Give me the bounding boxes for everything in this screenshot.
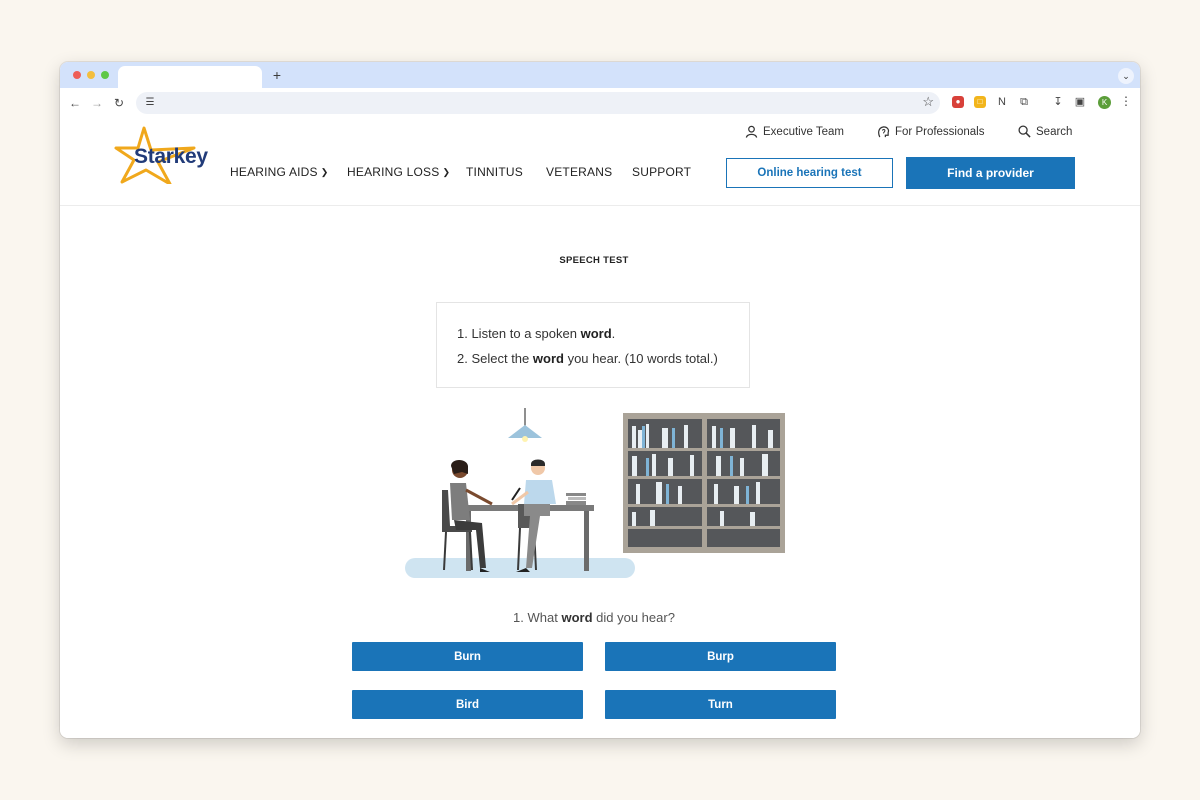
profile-avatar[interactable]: K [1098, 96, 1111, 109]
site-settings-icon[interactable]: ☰ [142, 95, 158, 111]
answer-button-bird[interactable]: Bird [352, 690, 583, 719]
new-tab-button[interactable]: + [268, 66, 286, 84]
nav-support-label: SUPPORT [632, 165, 692, 179]
nav-hearing-loss[interactable]: HEARING LOSS ❯ [347, 165, 450, 179]
executive-team-link[interactable]: Executive Team [745, 125, 844, 138]
back-arrow-icon[interactable]: ← [66, 94, 84, 112]
search-link[interactable]: Search [1018, 125, 1072, 138]
nav-hearing-aids[interactable]: HEARING AIDS ❯ [230, 165, 329, 179]
yellow-extension-icon[interactable]: □ [974, 96, 986, 108]
office-meeting-illustration [405, 408, 785, 578]
question-prompt: 1. What word did you hear? [513, 610, 675, 625]
site-header: Starkey Executive Team For Professionals… [60, 118, 1140, 206]
tab-strip: + ⌄ [60, 62, 1140, 88]
address-bar[interactable]: ☰ ☆ [136, 92, 940, 114]
puzzle-extensions-icon[interactable]: ⧉ [1018, 96, 1030, 108]
nav-support[interactable]: SUPPORT [632, 165, 691, 179]
chevron-down-icon: ❯ [320, 166, 329, 177]
forward-arrow-icon[interactable]: → [88, 94, 106, 112]
find-a-provider-button[interactable]: Find a provider [906, 157, 1075, 189]
tab-search-chevron-icon[interactable]: ⌄ [1118, 68, 1134, 84]
web-page: Starkey Executive Team For Professionals… [60, 118, 1140, 738]
for-professionals-label: For Professionals [895, 125, 985, 138]
answer-button-turn[interactable]: Turn [605, 690, 836, 719]
head-hearing-icon [878, 126, 890, 138]
bookmark-star-icon[interactable]: ☆ [922, 94, 934, 110]
logo-wordmark[interactable]: Starkey [134, 145, 208, 169]
instruction-step-1: 1. Listen to a spoken word. [457, 326, 616, 341]
minimize-window-icon[interactable] [87, 71, 95, 79]
adblock-extension-icon[interactable]: ● [952, 96, 964, 108]
nav-veterans-label: VETERANS [546, 165, 613, 179]
person-icon [745, 125, 758, 138]
close-window-icon[interactable] [73, 71, 81, 79]
chevron-down-icon: ❯ [442, 166, 451, 177]
answer-button-burp[interactable]: Burp [605, 642, 836, 671]
executive-team-label: Executive Team [763, 125, 844, 138]
browser-toolbar: ← → ↻ ☰ ☆ ● □ N ⧉ ↧ ▣ K ⋮ [60, 88, 1140, 119]
instructions-box: 1. Listen to a spoken word. 2. Select th… [436, 302, 750, 388]
download-icon[interactable]: ↧ [1052, 96, 1064, 108]
instruction-step-2: 2. Select the word you hear. (10 words t… [457, 351, 718, 366]
browser-window: + ⌄ ← → ↻ ☰ ☆ ● □ N ⧉ ↧ ▣ K ⋮ Starkey Ex… [60, 62, 1140, 738]
browser-menu-icon[interactable]: ⋮ [1120, 94, 1132, 108]
speech-test-eyebrow: SPEECH TEST [559, 255, 629, 266]
for-professionals-link[interactable]: For Professionals [877, 125, 984, 138]
reload-icon[interactable]: ↻ [110, 94, 128, 112]
nav-tinnitus-label: TINNITUS [466, 165, 523, 179]
active-tab[interactable] [118, 66, 262, 88]
nav-hearing-loss-label: HEARING LOSS [347, 165, 440, 179]
nav-tinnitus[interactable]: TINNITUS [466, 165, 523, 179]
answer-button-burn[interactable]: Burn [352, 642, 583, 671]
side-panel-icon[interactable]: ▣ [1074, 96, 1086, 108]
search-label: Search [1036, 125, 1073, 138]
search-icon [1018, 125, 1031, 138]
notion-extension-icon[interactable]: N [996, 96, 1008, 108]
nav-veterans[interactable]: VETERANS [546, 165, 612, 179]
nav-hearing-aids-label: HEARING AIDS [230, 165, 318, 179]
maximize-window-icon[interactable] [101, 71, 109, 79]
online-hearing-test-button[interactable]: Online hearing test [726, 158, 893, 188]
